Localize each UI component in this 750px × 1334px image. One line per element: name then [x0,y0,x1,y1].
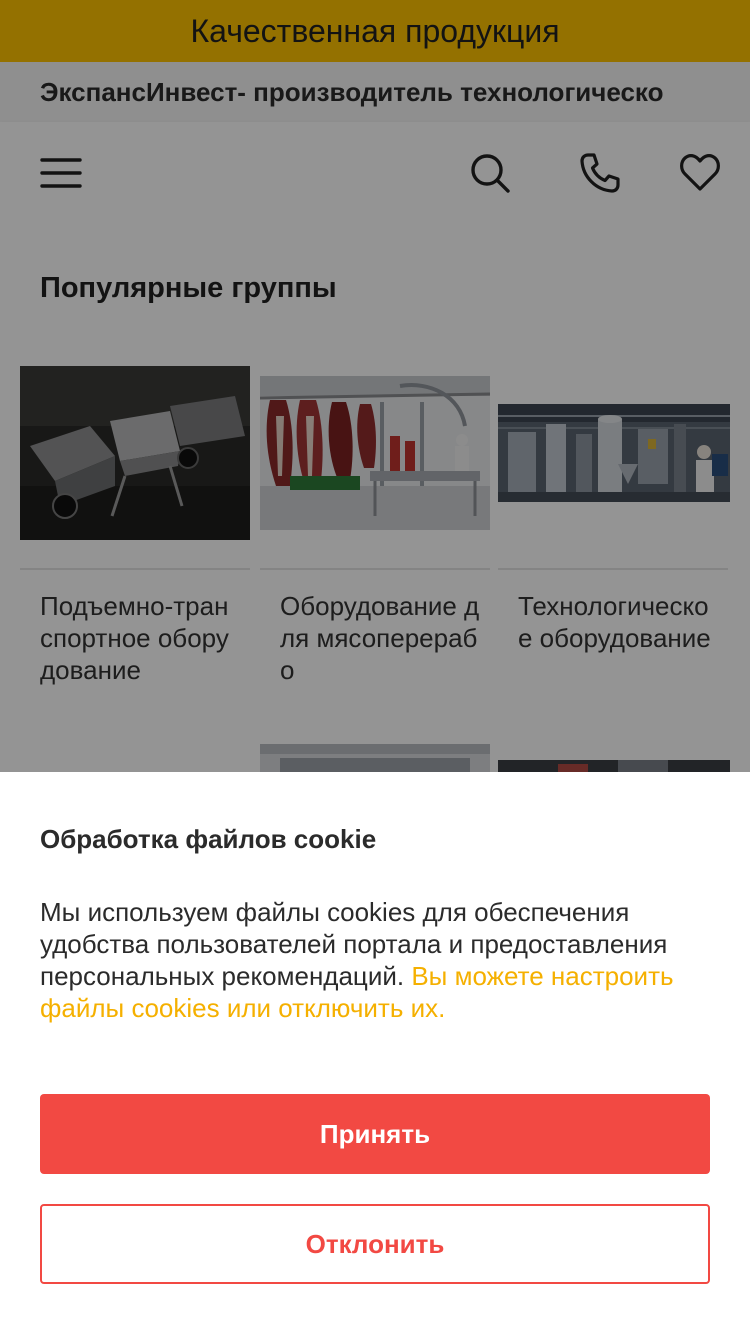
page: Качественная продукция ЭкспансИнвест- пр… [0,0,750,1334]
decline-button[interactable]: Отклонить [40,1204,710,1284]
cookie-consent-panel: Обработка файлов cookie Мы используем фа… [0,772,750,1334]
cookie-message: Мы используем файлы cookies для обеспече… [40,896,710,1024]
cookie-title: Обработка файлов cookie [40,824,377,854]
accept-button[interactable]: Принять [40,1094,710,1174]
